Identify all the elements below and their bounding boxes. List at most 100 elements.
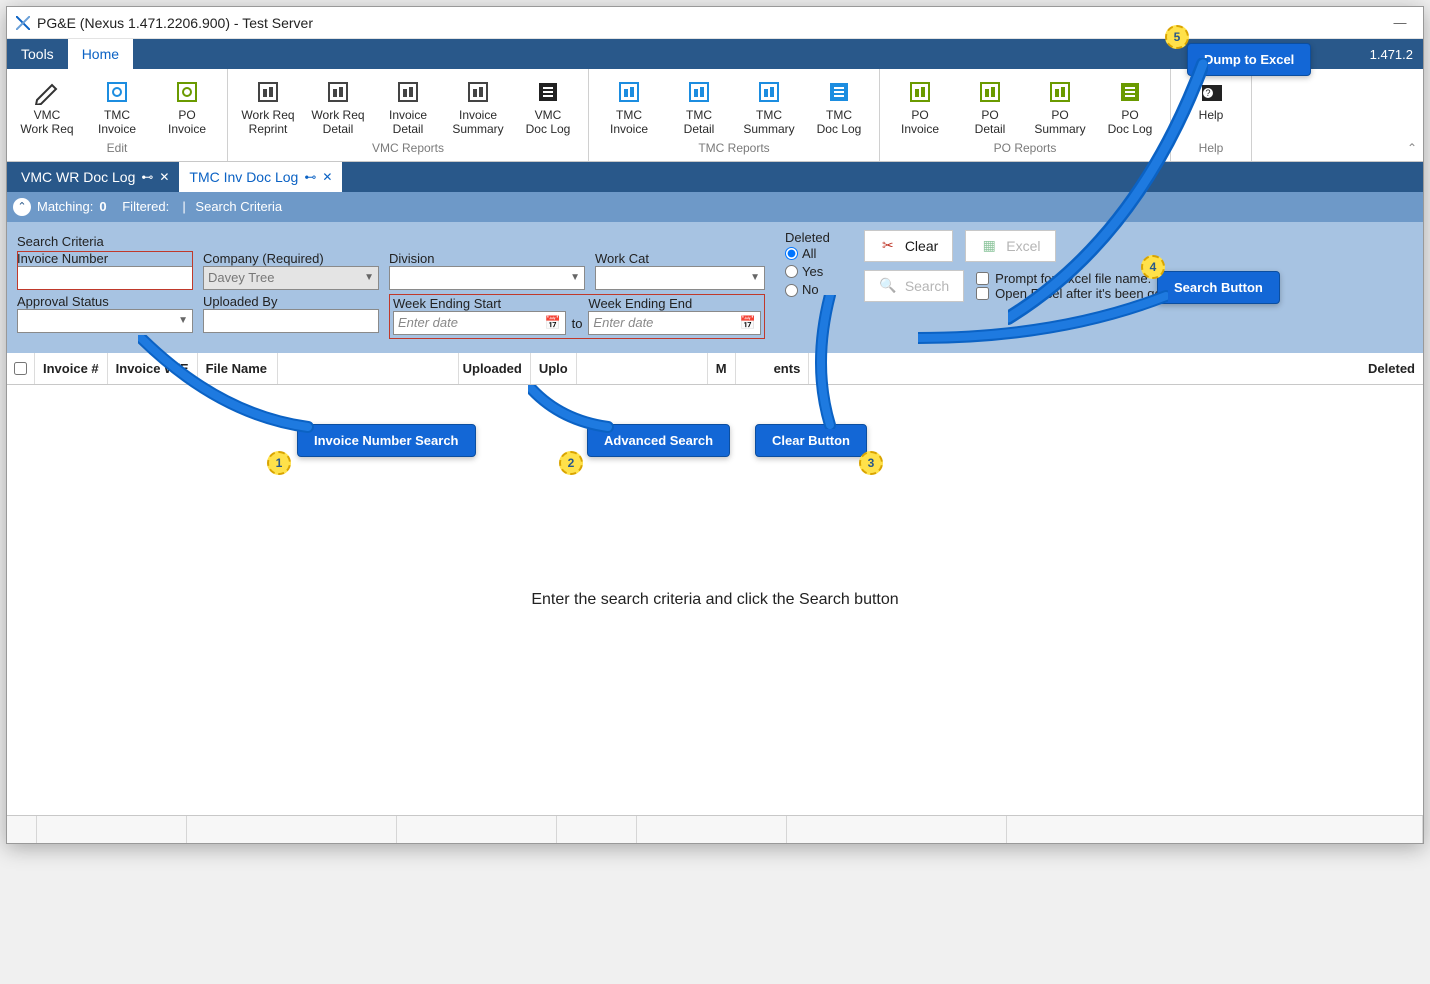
document-tabstrip: VMC WR Doc Log ⊷ ✕ TMC Inv Doc Log ⊷ ✕ bbox=[7, 162, 1423, 192]
col-uploaded[interactable]: Uploaded bbox=[458, 353, 531, 384]
tmc-detail-button[interactable]: TMCDetail bbox=[667, 75, 731, 139]
annotation-badge-4: 4 bbox=[1141, 255, 1165, 279]
tab-tmc-inv-doc-log[interactable]: TMC Inv Doc Log ⊷ ✕ bbox=[179, 162, 342, 192]
approval-status-select[interactable]: ▼ bbox=[17, 309, 193, 333]
week-ending-end-input[interactable]: Enter date📅 bbox=[588, 311, 761, 335]
chevron-down-icon: ▼ bbox=[570, 272, 580, 283]
annotation-badge-2: 2 bbox=[559, 451, 583, 475]
work-req-reprint-button[interactable]: Work ReqReprint bbox=[236, 75, 300, 139]
division-label: Division bbox=[389, 251, 435, 266]
to-label: to bbox=[572, 316, 583, 335]
filter-info-bar: ⌃ Matching: 0 Filtered: | Search Criteri… bbox=[7, 192, 1423, 222]
deleted-no-radio[interactable] bbox=[785, 284, 798, 297]
week-ending-start-input[interactable]: Enter date📅 bbox=[393, 311, 566, 335]
col-m[interactable]: M bbox=[707, 353, 736, 384]
po-invoice-report-button[interactable]: POInvoice bbox=[888, 75, 952, 139]
doc-log-blue-icon bbox=[822, 77, 856, 107]
company-label: Company (Required) bbox=[203, 251, 324, 266]
work-req-detail-button[interactable]: Work ReqDetail bbox=[306, 75, 370, 139]
vmc-doc-log-button[interactable]: VMCDoc Log bbox=[516, 75, 580, 139]
calendar-icon[interactable]: 📅 bbox=[545, 315, 561, 331]
ribbon-collapse-button[interactable]: ⌃ bbox=[1401, 69, 1423, 161]
matching-value: 0 bbox=[99, 199, 106, 214]
ribbon-group-edit-label: Edit bbox=[107, 139, 128, 159]
invoice-summary-button[interactable]: InvoiceSummary bbox=[446, 75, 510, 139]
calendar-icon[interactable]: 📅 bbox=[740, 315, 756, 331]
menu-home[interactable]: Home bbox=[68, 39, 133, 69]
clear-icon: ✂ bbox=[879, 237, 897, 255]
col-invoice-no[interactable]: Invoice # bbox=[35, 353, 108, 384]
po-invoice-button[interactable]: POInvoice bbox=[155, 75, 219, 139]
callout-advanced-search: Advanced Search bbox=[587, 424, 730, 457]
annotation-badge-5: 5 bbox=[1165, 25, 1189, 49]
tmc-invoice-button[interactable]: TMCInvoice bbox=[85, 75, 149, 139]
pencil-icon bbox=[30, 77, 64, 107]
workcat-label: Work Cat bbox=[595, 251, 649, 266]
excel-icon: ▦ bbox=[980, 237, 998, 255]
col-deleted[interactable]: Deleted bbox=[1360, 353, 1423, 384]
callout-dump-to-excel: Dump to Excel bbox=[1187, 43, 1311, 76]
app-logo-icon bbox=[15, 15, 31, 31]
deleted-all-radio[interactable] bbox=[785, 247, 798, 260]
pin-icon[interactable]: ⊷ bbox=[304, 170, 316, 184]
tab-label: VMC WR Doc Log bbox=[21, 169, 135, 185]
uploaded-by-input[interactable] bbox=[203, 309, 379, 333]
close-icon[interactable]: ✕ bbox=[159, 170, 169, 184]
titlebar: PG&E (Nexus 1.471.2206.900) - Test Serve… bbox=[7, 7, 1423, 39]
deleted-yes-radio[interactable] bbox=[785, 265, 798, 278]
report-blue-icon bbox=[612, 77, 646, 107]
prompt-excel-checkbox[interactable] bbox=[976, 272, 989, 285]
division-select[interactable]: ▼ bbox=[389, 266, 585, 290]
col-uploaded-by[interactable]: Uplo bbox=[531, 353, 577, 384]
col-ents[interactable]: ents bbox=[766, 353, 810, 384]
report-icon bbox=[321, 77, 355, 107]
uploaded-by-label: Uploaded By bbox=[203, 294, 277, 309]
report-icon bbox=[251, 77, 285, 107]
tmc-summary-button[interactable]: TMCSummary bbox=[737, 75, 801, 139]
po-invoice-icon bbox=[170, 77, 204, 107]
search-criteria-label: Search Criteria bbox=[195, 199, 282, 214]
ribbon-group-edit: VMCWork Req TMCInvoice POInvoice Edit bbox=[7, 69, 228, 161]
invoice-detail-button[interactable]: InvoiceDetail bbox=[376, 75, 440, 139]
chevron-down-icon: ▼ bbox=[364, 272, 374, 283]
vmc-work-req-button[interactable]: VMCWork Req bbox=[15, 75, 79, 139]
report-green-icon bbox=[903, 77, 937, 107]
annotation-badge-3: 3 bbox=[859, 451, 883, 475]
company-select[interactable]: Davey Tree▼ bbox=[203, 266, 379, 290]
tmc-invoice-icon bbox=[100, 77, 134, 107]
tmc-doc-log-button[interactable]: TMCDoc Log bbox=[807, 75, 871, 139]
report-blue-icon bbox=[752, 77, 786, 107]
matching-label: Matching: bbox=[37, 199, 93, 214]
invoice-number-input[interactable] bbox=[17, 266, 193, 290]
report-blue-icon bbox=[682, 77, 716, 107]
workcat-select[interactable]: ▼ bbox=[595, 266, 765, 290]
search-icon: 🔍 bbox=[879, 277, 897, 295]
version-label: 1.471.2 bbox=[1360, 39, 1423, 69]
week-ending-start-label: Week Ending Start bbox=[393, 296, 566, 311]
approval-status-label: Approval Status bbox=[17, 294, 109, 309]
tab-vmc-wr-doc-log[interactable]: VMC WR Doc Log ⊷ ✕ bbox=[11, 162, 179, 192]
tmc-invoice-report-button[interactable]: TMCInvoice bbox=[597, 75, 661, 139]
pin-icon[interactable]: ⊷ bbox=[141, 170, 153, 184]
callout-clear-button: Clear Button bbox=[755, 424, 867, 457]
invoice-number-label: Invoice Number bbox=[17, 251, 108, 266]
search-criteria-legend: Search Criteria bbox=[17, 234, 765, 249]
chevron-down-icon: ▼ bbox=[750, 272, 760, 283]
select-all-checkbox[interactable] bbox=[14, 362, 27, 375]
callout-invoice-number-search: Invoice Number Search bbox=[297, 424, 476, 457]
close-icon[interactable]: ✕ bbox=[322, 170, 332, 184]
collapse-toggle-button[interactable]: ⌃ bbox=[13, 198, 31, 216]
tab-label: TMC Inv Doc Log bbox=[189, 169, 298, 185]
empty-grid-message: Enter the search criteria and click the … bbox=[531, 591, 898, 609]
ribbon-group-tmc-label: TMC Reports bbox=[698, 139, 769, 159]
minimize-button[interactable]: — bbox=[1385, 15, 1415, 30]
menu-tools[interactable]: Tools bbox=[7, 39, 68, 69]
annotation-badge-1: 1 bbox=[267, 451, 291, 475]
doc-log-icon bbox=[531, 77, 565, 107]
report-icon bbox=[391, 77, 425, 107]
clear-button[interactable]: ✂Clear bbox=[864, 230, 953, 262]
app-window: PG&E (Nexus 1.471.2206.900) - Test Serve… bbox=[6, 6, 1424, 844]
ribbon: VMCWork Req TMCInvoice POInvoice Edit Wo… bbox=[7, 69, 1423, 162]
ribbon-group-tmc-reports: TMCInvoice TMCDetail TMCSummary TMCDoc L… bbox=[589, 69, 880, 161]
week-ending-end-label: Week Ending End bbox=[588, 296, 761, 311]
